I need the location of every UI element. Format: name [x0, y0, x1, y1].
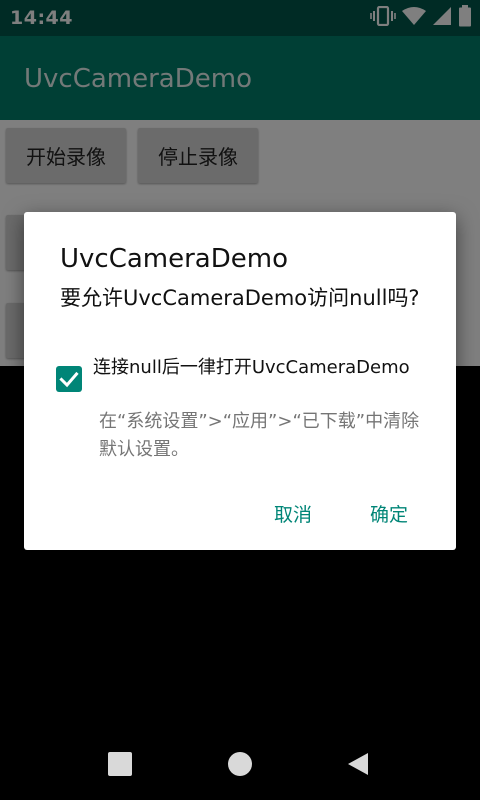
dialog-message: 要允许UvcCameraDemo访问null吗?	[60, 286, 420, 310]
navigation-bar	[0, 728, 480, 800]
dialog-hint: 在“系统设置”>“应用”>“已下载”中清除默认设置。	[99, 411, 420, 460]
confirm-button[interactable]: 确定	[364, 496, 414, 531]
home-icon[interactable]	[228, 752, 252, 776]
permission-dialog: UvcCameraDemo 要允许UvcCameraDemo访问null吗? 连…	[24, 212, 456, 550]
checkmark-icon	[59, 371, 79, 388]
dialog-title: UvcCameraDemo	[60, 244, 288, 274]
cancel-button[interactable]: 取消	[268, 496, 318, 531]
recents-icon[interactable]	[108, 752, 132, 776]
always-open-checkbox[interactable]	[56, 366, 82, 392]
checkbox-label[interactable]: 连接null后一律打开UvcCameraDemo	[93, 356, 423, 380]
back-icon[interactable]	[346, 752, 370, 776]
